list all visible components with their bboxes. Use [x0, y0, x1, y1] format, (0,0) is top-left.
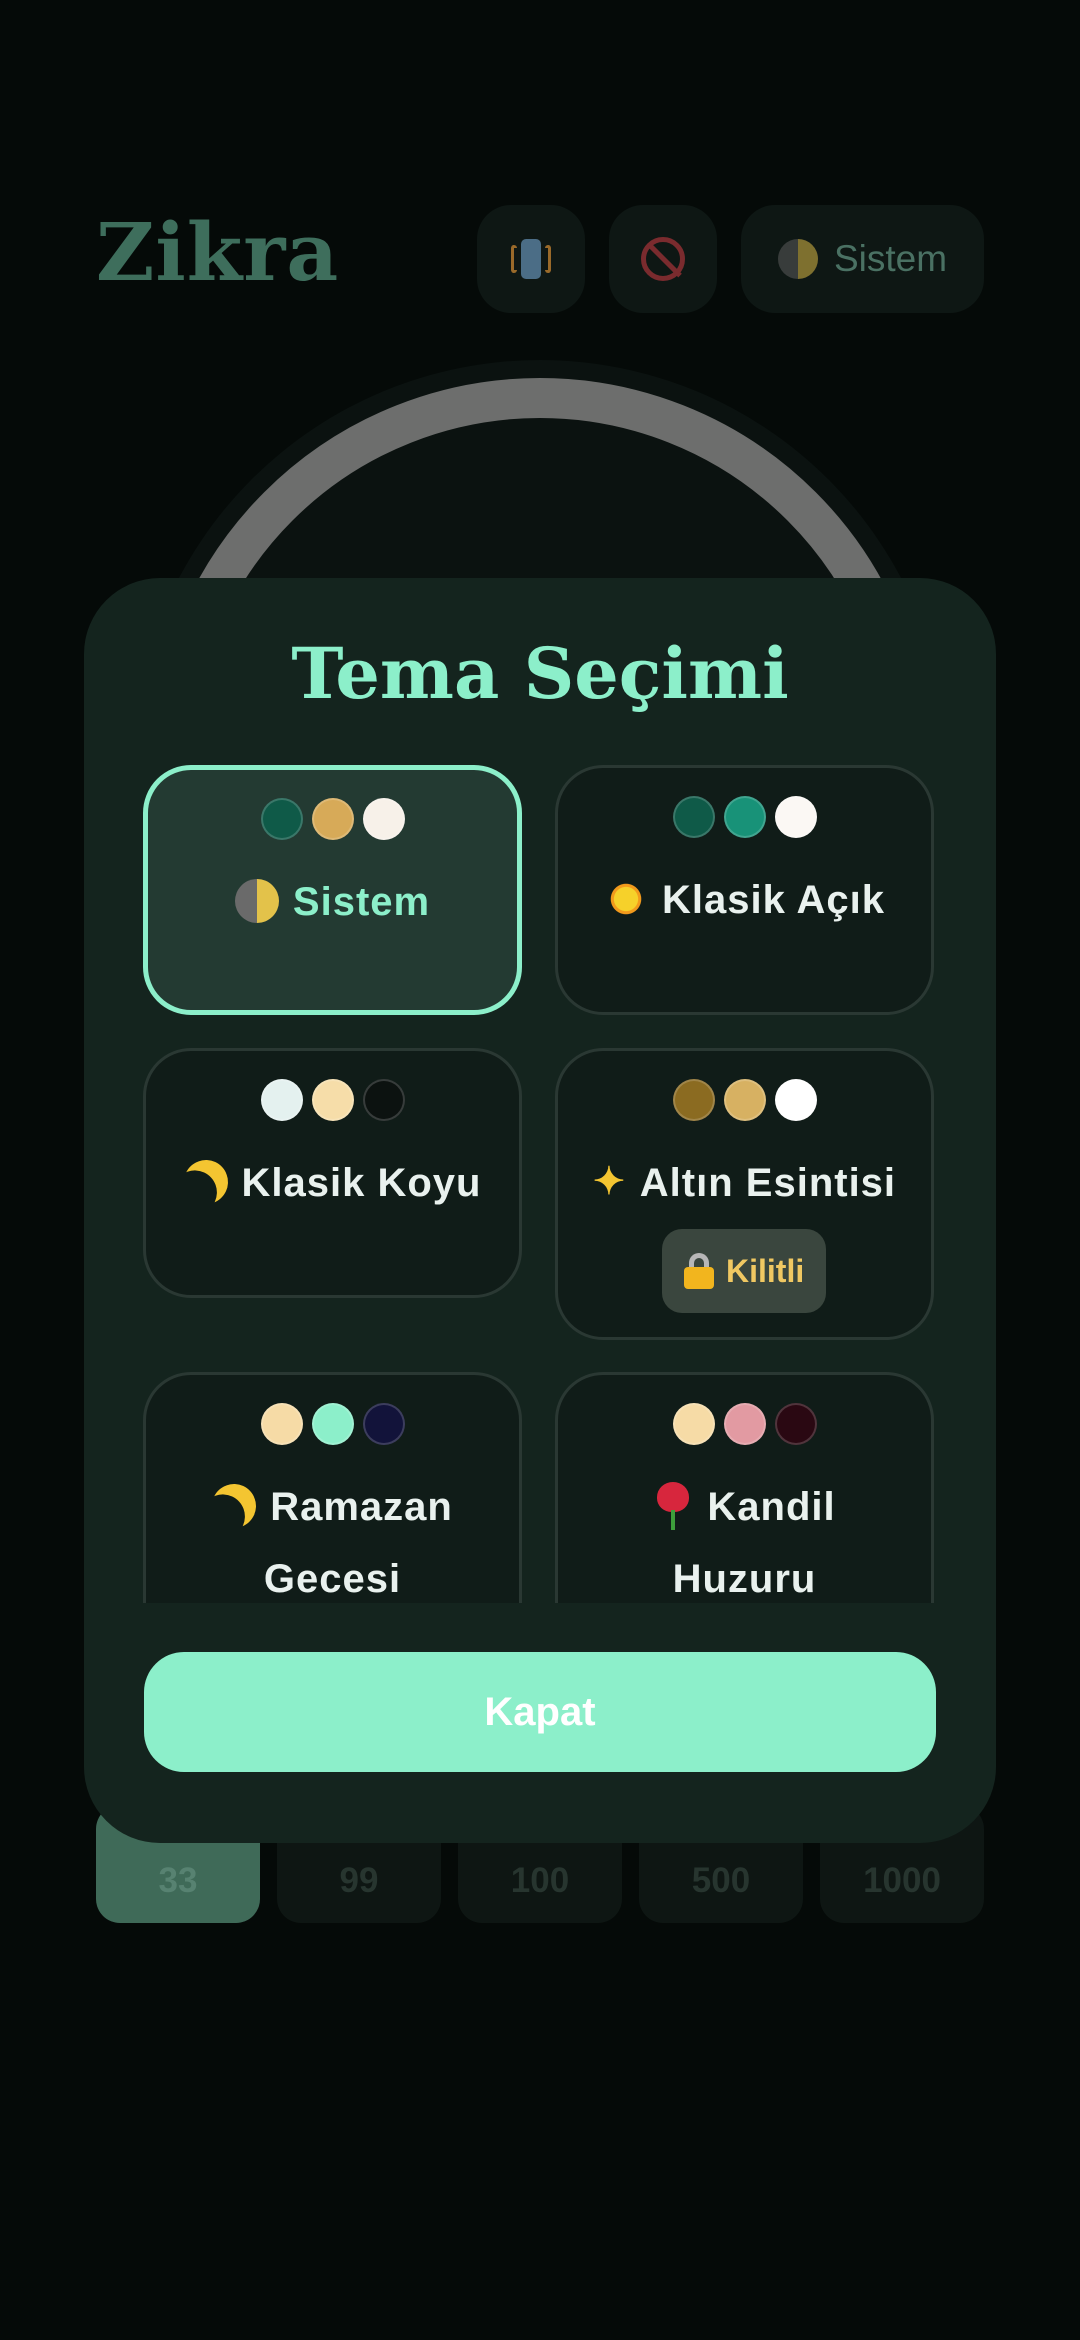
lock-icon [684, 1253, 714, 1289]
color-swatch [774, 796, 817, 838]
color-swatch [311, 1079, 354, 1121]
theme-card-altin-esintisi[interactable]: ✦ Altın Esintisi Kilitli [555, 1048, 934, 1340]
swatch-row [146, 1079, 519, 1121]
locked-label: Kilitli [726, 1252, 805, 1289]
color-swatch [260, 1403, 303, 1445]
theme-name: Ramazan Gecesi [263, 1485, 453, 1601]
sound-toggle-button[interactable] [609, 205, 717, 313]
mute-icon [641, 237, 685, 281]
theme-card-klasik-acik[interactable]: Klasik Açık [555, 765, 934, 1015]
theme-card-label: Klasik Açık [568, 864, 921, 936]
swatch-row [148, 798, 517, 840]
theme-card-label: Ramazan Gecesi [156, 1471, 509, 1603]
theme-card-label: Sistem [158, 866, 507, 938]
color-swatch [774, 1079, 817, 1121]
theme-card-label: Klasik Koyu [156, 1147, 509, 1219]
half-moon-icon [234, 879, 279, 924]
color-swatch [311, 798, 354, 840]
theme-card-kandil-huzuru[interactable]: Kandil Huzuru [555, 1372, 934, 1603]
theme-name: Altın Esintisi [639, 1161, 897, 1205]
color-swatch [723, 1403, 766, 1445]
color-swatch [723, 1079, 766, 1121]
color-swatch [260, 1079, 303, 1121]
theme-card-label: ✦ Altın Esintisi [568, 1147, 921, 1221]
swatch-row [558, 1079, 931, 1121]
close-button[interactable]: Kapat [144, 1652, 936, 1772]
color-swatch [362, 798, 405, 840]
locked-badge: Kilitli [662, 1229, 827, 1313]
color-swatch [672, 1403, 715, 1445]
rose-icon [653, 1482, 693, 1531]
app-title: Zikra [96, 205, 340, 299]
vibration-toggle-button[interactable] [477, 205, 585, 313]
theme-card-label: Kandil Huzuru [568, 1471, 921, 1603]
swatch-row [558, 796, 931, 838]
color-swatch [774, 1403, 817, 1445]
color-swatch [672, 1079, 715, 1121]
vibration-icon [511, 237, 551, 281]
theme-button-label: Sistem [833, 238, 948, 279]
color-swatch [362, 1403, 405, 1445]
theme-name: Klasik Koyu [241, 1161, 482, 1205]
theme-card-ramazan-gecesi[interactable]: Ramazan Gecesi [143, 1372, 522, 1603]
swatch-row [558, 1403, 931, 1445]
color-swatch [723, 796, 766, 838]
sparkles-icon: ✦ [592, 1161, 626, 1204]
crescent-moon-icon [206, 1478, 262, 1534]
theme-grid[interactable]: Sistem Klasik Açık Klasik Koyu ✦ Altın E… [130, 760, 950, 1603]
color-swatch [362, 1079, 405, 1121]
color-swatch [260, 798, 303, 840]
theme-card-sistem[interactable]: Sistem [143, 765, 522, 1015]
app-root: Zikra Sistem 33 99 100 500 1000 Tema Seç… [0, 0, 1080, 2340]
theme-name: Sistem [292, 880, 431, 924]
theme-button[interactable]: Sistem [741, 205, 984, 313]
half-moon-icon [777, 239, 818, 279]
color-swatch [672, 796, 715, 838]
theme-name: Kandil Huzuru [672, 1485, 836, 1601]
sun-icon [604, 877, 648, 922]
modal-title: Tema Seçimi [291, 632, 789, 715]
theme-card-klasik-koyu[interactable]: Klasik Koyu [143, 1048, 522, 1298]
color-swatch [311, 1403, 354, 1445]
theme-name: Klasik Açık [662, 878, 885, 922]
crescent-moon-icon [177, 1154, 233, 1210]
swatch-row [146, 1403, 519, 1445]
